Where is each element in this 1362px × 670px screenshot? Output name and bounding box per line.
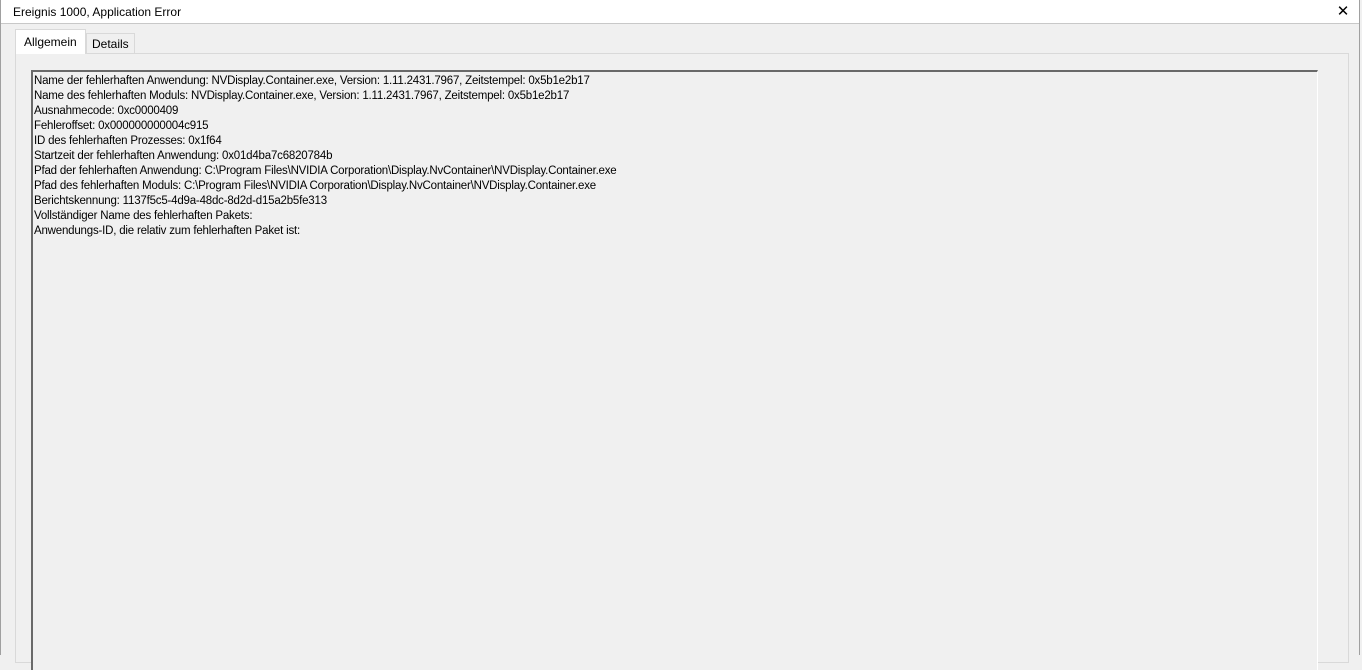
description-line: Pfad der fehlerhaften Anwendung: C:\Prog… — [34, 165, 617, 177]
title-bar: Ereignis 1000, Application Error ✕ — [1, 0, 1359, 24]
description-line: Berichtskennung: 1137f5c5-4d9a-48dc-8d2d… — [34, 195, 327, 207]
description-line: Fehleroffset: 0x000000000004c915 — [34, 120, 209, 132]
description-line: Pfad des fehlerhaften Moduls: C:\Program… — [34, 180, 596, 192]
description-line: Name des fehlerhaften Moduls: NVDisplay.… — [34, 90, 570, 102]
description-line: Startzeit der fehlerhaften Anwendung: 0x… — [34, 150, 333, 162]
window-title: Ereignis 1000, Application Error — [13, 5, 182, 19]
event-properties-window: Ereignis 1000, Application Error ✕ Allge… — [0, 0, 1360, 670]
event-description-textbox[interactable]: Name der fehlerhaften Anwendung: NVDispl… — [31, 70, 1318, 670]
description-line: ID des fehlerhaften Prozesses: 0x1f64 — [34, 135, 222, 147]
close-button[interactable]: ✕ — [1333, 2, 1353, 22]
tab-details[interactable]: Details — [86, 33, 135, 54]
description-line: Anwendungs-ID, die relativ zum fehlerhaf… — [34, 225, 300, 237]
description-line: Ausnahmecode: 0xc0000409 — [34, 105, 179, 117]
description-line: Name der fehlerhaften Anwendung: NVDispl… — [34, 75, 590, 87]
description-line: Vollständiger Name des fehlerhaften Pake… — [34, 210, 253, 222]
tab-allgemein[interactable]: Allgemein — [15, 29, 86, 54]
